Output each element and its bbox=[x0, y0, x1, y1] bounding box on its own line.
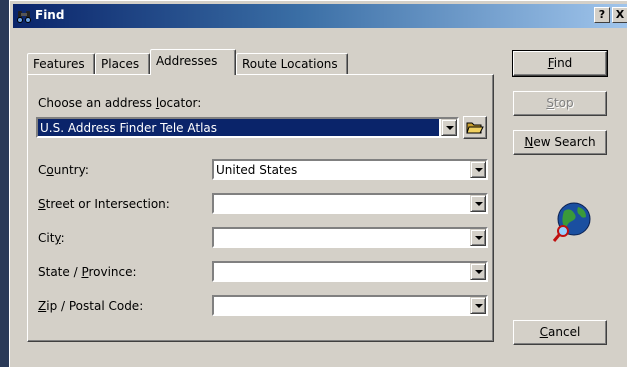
tab-route-locations[interactable]: Route Locations bbox=[236, 53, 348, 74]
cancel-button[interactable]: Cancel bbox=[513, 320, 607, 345]
country-select[interactable]: United States bbox=[212, 159, 488, 180]
locator-value: U.S. Address Finder Tele Atlas bbox=[38, 119, 439, 136]
tab-places[interactable]: Places bbox=[95, 53, 150, 74]
address-locator-select[interactable]: U.S. Address Finder Tele Atlas bbox=[36, 117, 459, 138]
new-search-button[interactable]: New Search bbox=[513, 130, 607, 155]
street-input[interactable] bbox=[212, 193, 488, 214]
browse-locator-button[interactable] bbox=[463, 116, 487, 139]
chevron-down-icon[interactable] bbox=[470, 195, 486, 212]
chevron-down-icon[interactable] bbox=[470, 297, 486, 314]
stop-button[interactable]: Stop bbox=[513, 91, 607, 116]
binoculars-icon bbox=[17, 11, 31, 23]
country-value: United States bbox=[216, 163, 298, 177]
find-button[interactable]: Find bbox=[512, 50, 608, 77]
chevron-down-icon[interactable] bbox=[470, 229, 486, 246]
close-button[interactable]: X bbox=[612, 7, 627, 23]
locator-label: Choose an address locator: bbox=[38, 96, 202, 110]
chevron-down-icon[interactable] bbox=[470, 161, 486, 178]
tab-label: Places bbox=[101, 57, 140, 71]
tab-addresses[interactable]: Addresses bbox=[150, 49, 236, 75]
country-label: Country: bbox=[38, 163, 89, 177]
city-input[interactable] bbox=[212, 227, 488, 248]
zip-input[interactable] bbox=[212, 295, 488, 316]
tab-features[interactable]: Features bbox=[27, 53, 95, 74]
help-button[interactable]: ? bbox=[594, 7, 610, 23]
zip-label: Zip / Postal Code: bbox=[38, 299, 144, 313]
city-label: City: bbox=[38, 231, 65, 245]
street-label: Street or Intersection: bbox=[38, 197, 170, 211]
tab-label: Addresses bbox=[156, 54, 218, 68]
state-label: State / Province: bbox=[38, 265, 137, 279]
window-title: Find bbox=[35, 8, 65, 22]
title-bar[interactable]: Find ? X bbox=[13, 4, 627, 28]
chevron-down-icon[interactable] bbox=[441, 119, 457, 136]
find-dialog: Find ? X Features Places Addresses Route… bbox=[9, 0, 627, 367]
tab-label: Route Locations bbox=[242, 57, 338, 71]
open-folder-icon bbox=[466, 122, 484, 134]
chevron-down-icon[interactable] bbox=[470, 263, 486, 280]
state-input[interactable] bbox=[212, 261, 488, 282]
globe-magnifier-icon bbox=[552, 202, 591, 242]
tab-label: Features bbox=[33, 57, 85, 71]
